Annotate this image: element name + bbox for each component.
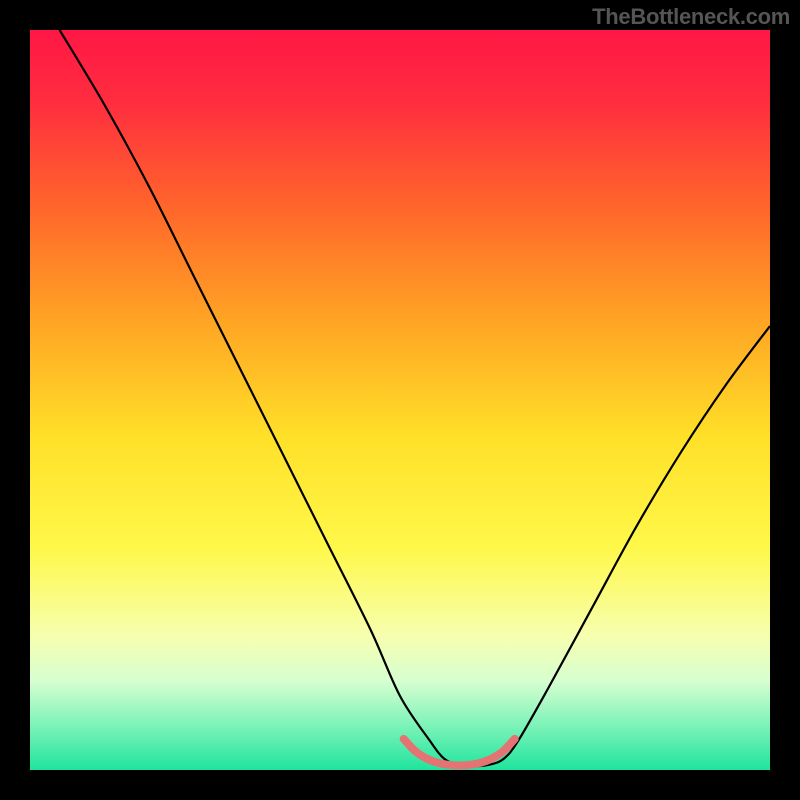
bottleneck-chart: [30, 30, 770, 770]
chart-frame: TheBottleneck.com: [0, 0, 800, 800]
gradient-background: [30, 30, 770, 770]
watermark-text: TheBottleneck.com: [592, 4, 790, 30]
